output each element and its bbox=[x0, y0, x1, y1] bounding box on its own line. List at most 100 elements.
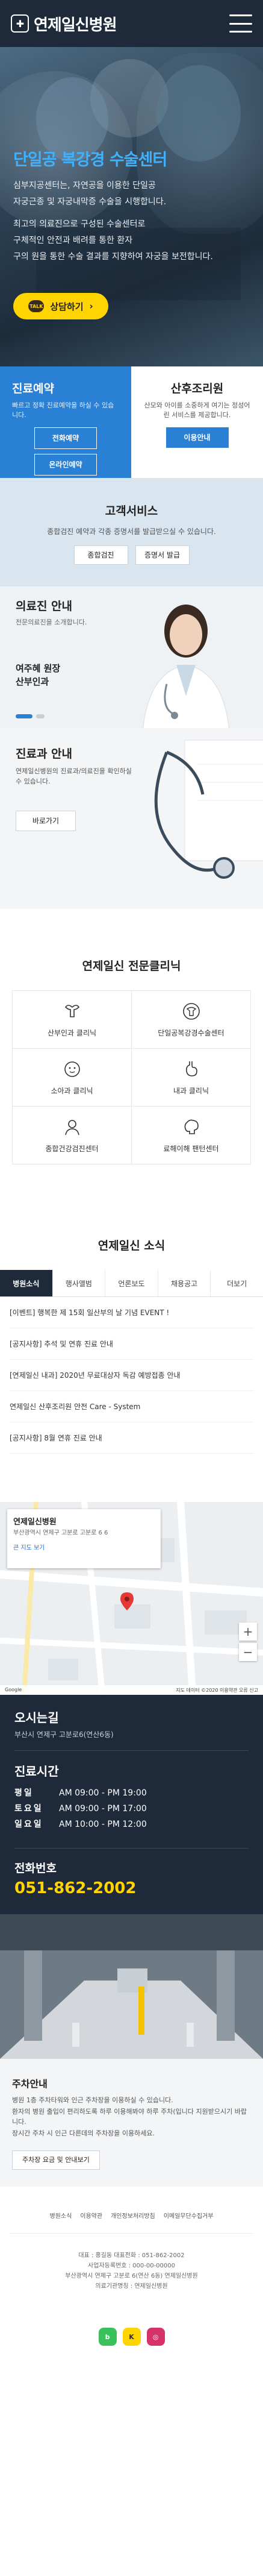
news-list: [이벤트] 행복한 제 15회 일산부의 날 기념 EVENT ! [공지사항]… bbox=[0, 1297, 263, 1454]
news-tabs: 병원소식 행사앨범 언론보도 채용공고 더보기 bbox=[0, 1270, 263, 1297]
hero-line: 심부지공센터는, 자연공을 이용한 단일공 bbox=[13, 181, 156, 190]
parking-photo bbox=[0, 1914, 263, 2059]
blog-icon[interactable]: b bbox=[98, 2328, 117, 2346]
customer-service-section: 고객서비스 종합검진 예약과 각종 증명서를 발급받으실 수 있습니다. 종합검… bbox=[0, 478, 263, 586]
instagram-icon[interactable]: ◎ bbox=[146, 2328, 165, 2346]
reservation-text: 빠르고 정확 진료예약을 하실 수 있습니다. bbox=[12, 401, 114, 419]
header: ✚ 연제일신병원 bbox=[0, 0, 263, 47]
phone-reservation-button[interactable]: 전화예약 bbox=[34, 427, 97, 449]
clinics-title: 연제일신 전문클리닉 bbox=[82, 960, 181, 973]
doctor-name: 여주혜 원장 bbox=[16, 663, 61, 674]
news-item[interactable]: [연제일신 내과] 2020년 무료대상자 독감 예방접종 안내 bbox=[10, 1360, 253, 1391]
footer-line: 부산광역시 연제구 고분로 6(연산 6동) 연제일신병원 bbox=[65, 2273, 198, 2279]
uterus-center-icon bbox=[181, 1001, 202, 1022]
clinic-label: 소아과 클리닉 bbox=[51, 1087, 93, 1095]
news-title: 연제일신 소식 bbox=[97, 1239, 166, 1252]
info-section: 오시는길 부산시 연제구 고분로6(연산6동) 진료시간 평일 AM 09:00 … bbox=[0, 1695, 263, 1914]
page: ✚ 연제일신병원 단일공 복강경 수술센터 심부지공센터는, 자연공을 이용한 … bbox=[0, 0, 263, 2382]
tab-recruit[interactable]: 채용공고 bbox=[158, 1270, 211, 1296]
reservation-panel: 진료예약 빠르고 정확 진료예약을 하실 수 있습니다. 전화예약 온라인예약 bbox=[0, 366, 131, 478]
parking-fee-button[interactable]: 주차장 요금 및 안내보기 bbox=[12, 2150, 100, 2170]
footer-link-email[interactable]: 이메일무단수집거부 bbox=[164, 2211, 214, 2220]
hero-line: 최고의 의료진으로 구성된 수술센터로 bbox=[13, 219, 146, 229]
logo[interactable]: ✚ 연제일신병원 bbox=[11, 13, 117, 35]
tab-press[interactable]: 언론보도 bbox=[105, 1270, 158, 1296]
map[interactable]: 연제일신병원 부산광역시 연제구 고분로 고분로 6 6 큰 지도 보기 + −… bbox=[0, 1502, 263, 1695]
doctors-section: 의료진 안내 전문의료진을 소개합니다. 여주혜 원장 산부인과 bbox=[0, 586, 263, 728]
online-reservation-button[interactable]: 온라인예약 bbox=[34, 454, 97, 476]
footer-links: 병원소식 이용약관 개인정보처리방침 이메일무단수집거부 bbox=[10, 2211, 253, 2234]
doctor-dept: 산부인과 bbox=[16, 676, 49, 687]
logo-text: 연제일신병원 bbox=[34, 16, 117, 34]
clinic-grid: 산부인과 클리닉 단일공복강경수술센터 소아과 클리닉 내과 클리닉 종합건강검… bbox=[12, 990, 251, 1164]
zoom-out-button[interactable]: − bbox=[239, 1643, 257, 1661]
news-item[interactable]: [공지사항] 추석 및 연휴 진료 안내 bbox=[10, 1328, 253, 1360]
footer: 병원소식 이용약관 개인정보처리방침 이메일무단수집거부 대표 : 홍길동 대표… bbox=[0, 2187, 263, 2382]
clinic-item-single-port[interactable]: 단일공복강경수술센터 bbox=[132, 991, 251, 1049]
department-text: 연제일신병원의 진료과/의료진을 확인하실 수 있습니다. bbox=[16, 767, 132, 785]
clinic-item-obgyn[interactable]: 산부인과 클리닉 bbox=[13, 991, 132, 1049]
parking-title: 주차안내 bbox=[12, 2078, 48, 2090]
reservation-section: 진료예약 빠르고 정확 진료예약을 하실 수 있습니다. 전화예약 온라인예약 … bbox=[0, 366, 263, 478]
phone-number[interactable]: 051-862-2002 bbox=[14, 1879, 249, 1897]
clinic-label: 단일공복강경수술센터 bbox=[158, 1029, 224, 1037]
parking-line: 병원 1층 주차타워와 인근 주차장을 이용하실 수 있습니다. bbox=[12, 2096, 173, 2104]
news-item[interactable]: [공지사항] 8월 연휴 진료 안내 bbox=[10, 1422, 253, 1454]
map-pin-icon[interactable] bbox=[120, 1592, 134, 1610]
map-attribution[interactable]: 지도 데이터 ©2020 이용약관 오류 신고 bbox=[176, 1687, 258, 1693]
map-place-card: 연제일신병원 부산광역시 연제구 고분로 고분로 6 6 큰 지도 보기 bbox=[7, 1509, 161, 1568]
news-item[interactable]: 연제일신 산후조리원 안전 Care - System bbox=[10, 1391, 253, 1422]
clinic-item-health-check[interactable]: 종합건강검진센터 bbox=[13, 1107, 132, 1164]
zoom-in-button[interactable]: + bbox=[239, 1623, 257, 1641]
postnatal-text: 산모와 아이를 소중하게 여기는 정성어린 서비스를 제공합니다. bbox=[144, 401, 250, 419]
parking-line: 장시간 주차 시 인근 다른데의 주차장을 이용하세요. bbox=[12, 2129, 155, 2137]
hours-row: 일요일 AM 10:00 - PM 12:00 bbox=[14, 1820, 147, 1829]
health-check-icon bbox=[62, 1117, 82, 1137]
menu-icon[interactable] bbox=[229, 14, 252, 33]
map-place-name: 연제일신병원 bbox=[13, 1518, 57, 1527]
service-title: 고객서비스 bbox=[105, 504, 158, 518]
brain-icon bbox=[181, 1117, 202, 1137]
google-logo: Google bbox=[5, 1687, 22, 1692]
news-item[interactable]: [이벤트] 행복한 제 15회 일산부의 날 기념 EVENT ! bbox=[10, 1297, 253, 1328]
hero-line: 구체적인 안전과 배려를 통한 환자 bbox=[13, 236, 133, 245]
department-go-button[interactable]: 바로가기 bbox=[16, 811, 76, 831]
tab-more[interactable]: 더보기 bbox=[211, 1270, 263, 1296]
slider-dots[interactable] bbox=[16, 714, 45, 718]
doctors-sub: 전문의료진을 소개합니다. bbox=[16, 618, 87, 626]
reservation-title: 진료예약 bbox=[12, 382, 54, 395]
department-section: 진료과 안내 연제일신병원의 진료과/의료진을 확인하실 수 있습니다. 바로가… bbox=[0, 728, 263, 909]
footer-link-privacy[interactable]: 개인정보처리방침 bbox=[111, 2211, 155, 2220]
doctors-title: 의료진 안내 bbox=[16, 600, 73, 613]
consult-button[interactable]: TALK 상담하기 › bbox=[13, 293, 108, 319]
tab-event-album[interactable]: 행사앨범 bbox=[53, 1270, 106, 1296]
map-large-link[interactable]: 큰 지도 보기 bbox=[13, 1542, 155, 1551]
certificate-button[interactable]: 증명서 발급 bbox=[135, 545, 190, 565]
parking-line: 환자의 병원 출입이 편리하도록 하루 이용해봐야 하루 주차(입니다 지원받으… bbox=[12, 2108, 247, 2126]
kakao-talk-icon: TALK bbox=[28, 300, 45, 312]
hero-content: 단일공 복강경 수술센터 심부지공센터는, 자연공을 이용한 단일공 자궁근종 … bbox=[13, 146, 251, 267]
footer-line: 대표 : 홍길동 대표전화 : 051-862-2002 bbox=[78, 2252, 185, 2259]
postnatal-info-button[interactable]: 이용안내 bbox=[166, 427, 229, 448]
tab-hospital-news[interactable]: 병원소식 bbox=[0, 1270, 53, 1296]
department-title: 진료과 안내 bbox=[16, 747, 73, 761]
stomach-icon bbox=[181, 1059, 202, 1079]
map-place-address: 부산광역시 연제구 고분로 고분로 6 6 bbox=[13, 1530, 108, 1536]
clinic-label: 내과 클리닉 bbox=[173, 1087, 209, 1095]
service-text: 종합검진 예약과 각종 증명서를 발급받으실 수 있습니다. bbox=[47, 527, 216, 536]
footer-line: 의료기관명칭 : 연제일신병원 bbox=[95, 2283, 168, 2290]
clinic-label: 산부인과 클리닉 bbox=[47, 1029, 97, 1037]
footer-link-news[interactable]: 병원소식 bbox=[49, 2211, 72, 2220]
footer-link-terms[interactable]: 이용약관 bbox=[80, 2211, 102, 2220]
parking-section: 주차안내 병원 1층 주차타워와 인근 주차장을 이용하실 수 있습니다. 환자… bbox=[0, 2059, 263, 2187]
hours-row: 평일 AM 09:00 - PM 19:00 bbox=[14, 1788, 147, 1798]
clinic-item-pediatrics[interactable]: 소아과 클리닉 bbox=[13, 1049, 132, 1107]
hospital-cross-icon: ✚ bbox=[11, 14, 29, 33]
hours-title: 진료시간 bbox=[14, 1764, 59, 1779]
hero-banner: 단일공 복강경 수술센터 심부지공센터는, 자연공을 이용한 단일공 자궁근종 … bbox=[0, 47, 263, 366]
clinic-item-brain[interactable]: 료해이해 팬턴센터 bbox=[132, 1107, 251, 1164]
health-check-button[interactable]: 종합검진 bbox=[73, 545, 128, 565]
clinic-item-internal[interactable]: 내과 클리닉 bbox=[132, 1049, 251, 1107]
kakao-icon[interactable]: K bbox=[122, 2328, 141, 2346]
clinics-section: 연제일신 전문클리닉 산부인과 클리닉 단일공복강경수술센터 소아과 클리닉 내… bbox=[0, 909, 263, 1201]
